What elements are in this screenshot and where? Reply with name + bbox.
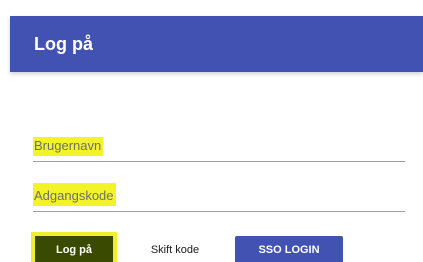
username-underline bbox=[33, 161, 405, 162]
login-screen: Log på Brugernavn Adgangskode Log på Ski… bbox=[0, 0, 423, 262]
sso-login-button[interactable]: SSO LOGIN bbox=[235, 236, 343, 262]
password-label: Adgangskode bbox=[33, 183, 116, 206]
login-button[interactable]: Log på bbox=[35, 236, 113, 262]
app-bar-title: Log på bbox=[34, 34, 93, 54]
username-field[interactable]: Brugernavn bbox=[33, 130, 405, 162]
password-field[interactable]: Adgangskode bbox=[33, 180, 405, 212]
change-password-button[interactable]: Skift kode bbox=[128, 236, 222, 262]
username-label: Brugernavn bbox=[33, 137, 104, 156]
password-underline bbox=[33, 211, 405, 212]
app-bar: Log på bbox=[10, 16, 423, 72]
